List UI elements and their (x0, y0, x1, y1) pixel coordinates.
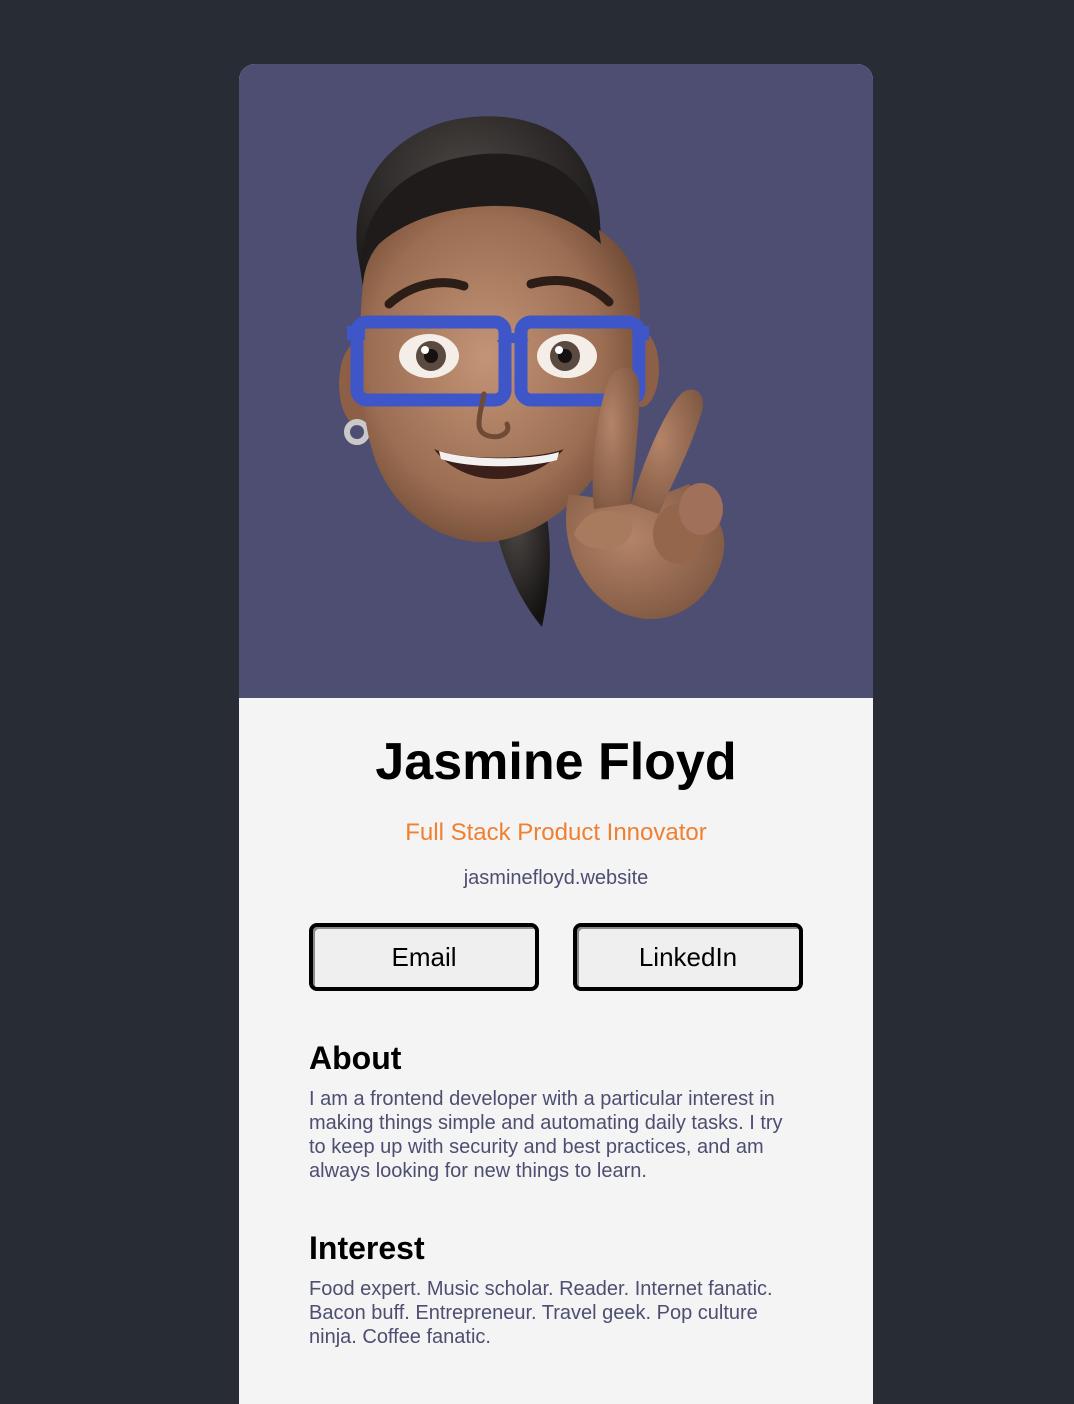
linkedin-button[interactable]: LinkedIn (573, 923, 803, 991)
profile-info: Jasmine Floyd Full Stack Product Innovat… (239, 698, 873, 1349)
website-link[interactable]: jasminefloyd.website (464, 868, 649, 888)
contact-buttons: Email LinkedIn (309, 923, 803, 991)
interest-heading: Interest (309, 1230, 425, 1266)
profile-name: Jasmine Floyd (375, 733, 737, 791)
profile-title: Full Stack Product Innovator (405, 819, 707, 846)
avatar (339, 116, 725, 627)
profile-card: Jasmine Floyd Full Stack Product Innovat… (239, 64, 873, 1404)
about-heading: About (309, 1040, 402, 1076)
about-section: About I am a frontend developer with a p… (309, 1042, 803, 1183)
email-button[interactable]: Email (309, 923, 539, 991)
about-text: I am a frontend developer with a particu… (309, 1088, 783, 1182)
interest-section: Interest Food expert. Music scholar. Rea… (309, 1232, 803, 1349)
avatar-banner (239, 64, 873, 698)
interest-text: Food expert. Music scholar. Reader. Inte… (309, 1278, 773, 1348)
